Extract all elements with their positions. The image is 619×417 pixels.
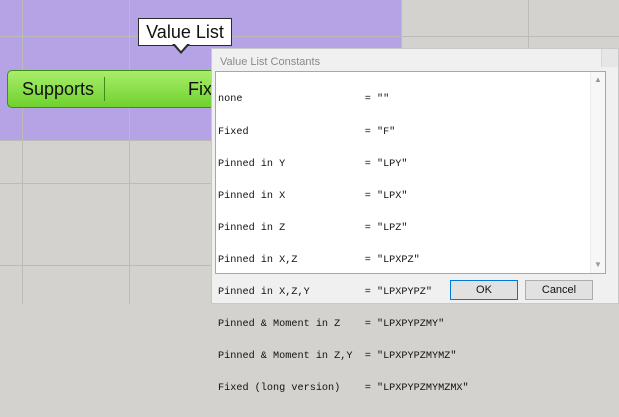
close-icon[interactable] — [601, 49, 618, 67]
grid-line — [0, 36, 619, 37]
constant-line: Pinned in Y = "LPY" — [218, 158, 408, 170]
constant-line: Pinned in Z = "LPZ" — [218, 222, 408, 234]
constant-line: Pinned in X,Z = "LPXPZ" — [218, 254, 420, 266]
component-separator — [104, 77, 105, 101]
constant-line: Fixed = "F" — [218, 126, 396, 138]
cancel-button[interactable]: Cancel — [525, 280, 593, 300]
constants-text[interactable]: none = "" Fixed = "F" Pinned in Y = "LPY… — [218, 74, 469, 417]
scroll-down-icon[interactable]: ▼ — [593, 260, 603, 270]
grid-line — [129, 0, 130, 304]
dialog-title: Value List Constants — [220, 56, 321, 68]
tooltip-text: Value List — [146, 22, 224, 42]
constant-line: Pinned & Moment in Z = "LPXPYPZMY" — [218, 319, 445, 331]
component-selected-value[interactable]: Fix — [188, 79, 212, 100]
ok-button[interactable]: OK — [450, 280, 518, 300]
vertical-scrollbar[interactable]: ▲ ▼ — [590, 72, 605, 273]
constant-line: Fixed (long version) = "LPXPYPZMYMZMX" — [218, 383, 469, 395]
constants-textbox[interactable]: none = "" Fixed = "F" Pinned in Y = "LPY… — [215, 71, 606, 394]
value-list-tooltip: Value List — [138, 18, 232, 46]
group-region-extension — [240, 0, 402, 50]
value-list-constants-dialog: Value List Constants none = "" Fixed = "… — [211, 48, 619, 394]
constant-line: Pinned & Moment in Z,Y = "LPXPYPZMYMZ" — [218, 351, 457, 363]
constant-line: none = "" — [218, 94, 390, 106]
grid-line — [22, 0, 23, 304]
component-label: Supports — [22, 79, 95, 99]
scroll-up-icon[interactable]: ▲ — [593, 75, 603, 85]
tooltip-arrow-fill — [174, 43, 188, 51]
constant-line: Pinned in X = "LPX" — [218, 190, 408, 202]
constant-line: Pinned in X,Z,Y = "LPXPYPZ" — [218, 287, 432, 299]
